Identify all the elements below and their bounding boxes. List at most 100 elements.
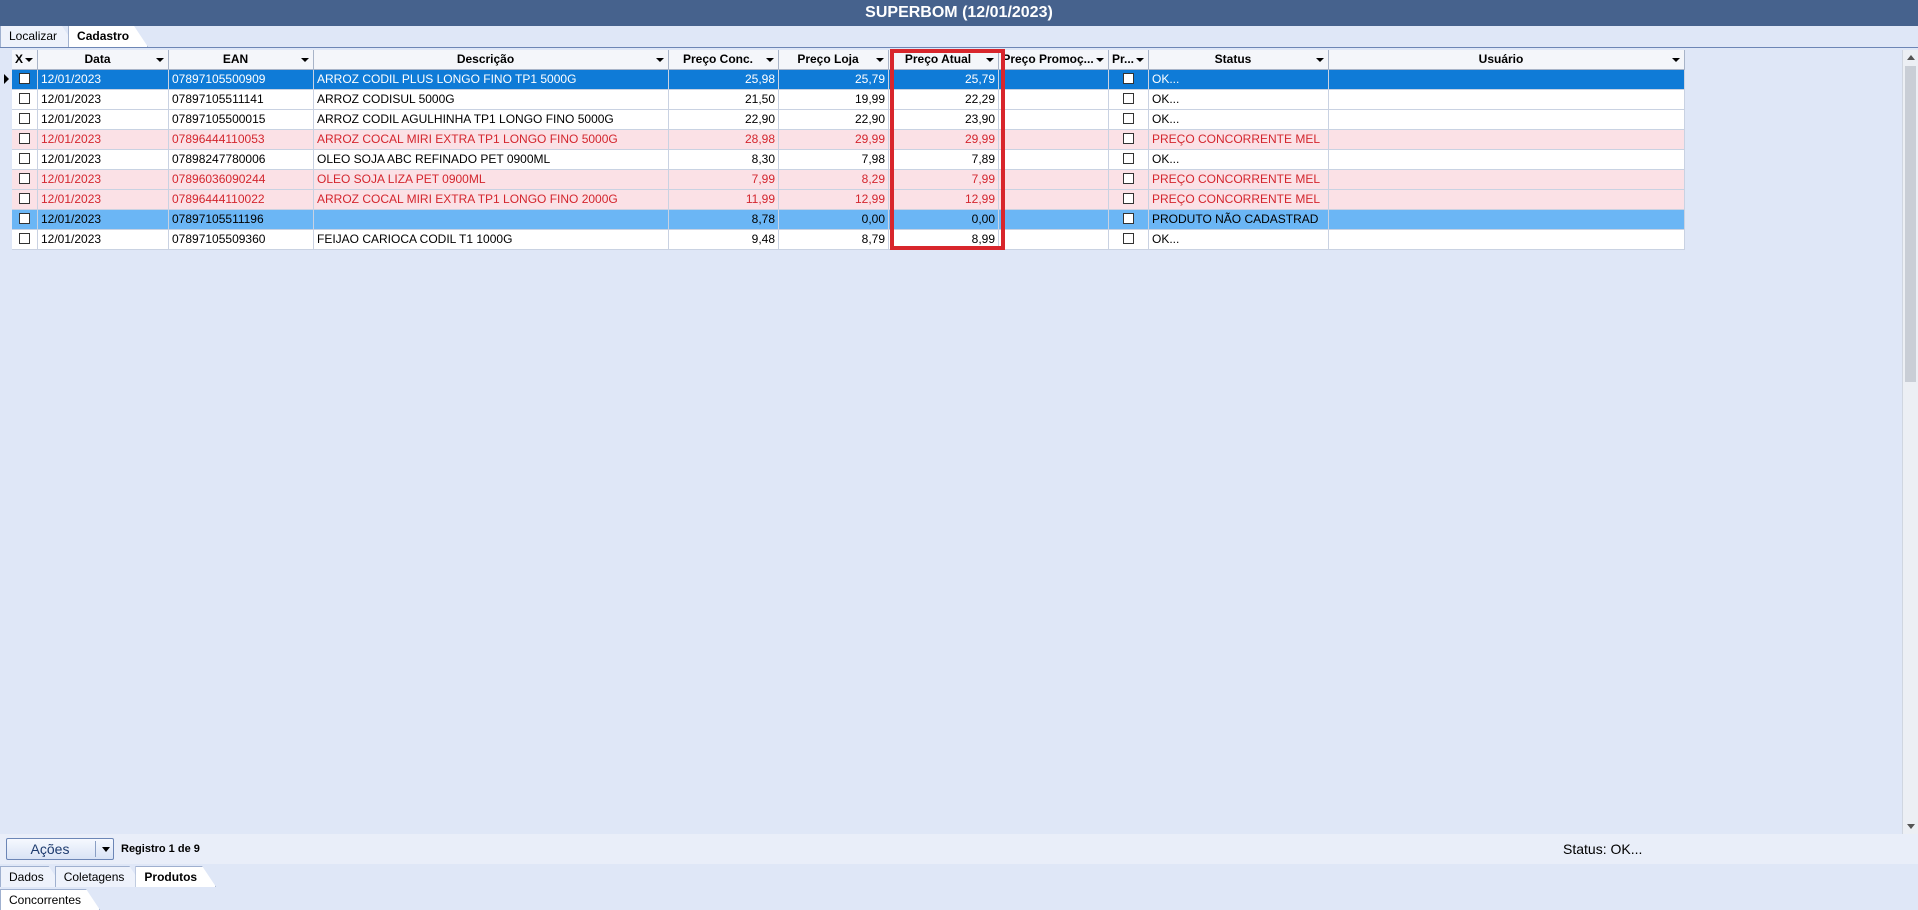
column-filter-icon[interactable] <box>1136 58 1144 62</box>
table-row[interactable]: 12/01/2023 07897105500015 ARROZ CODIL AGUL… <box>12 110 1685 130</box>
cell-descricao: ARROZ CODISUL 5000G <box>314 90 669 110</box>
current-row-indicator-icon <box>4 74 9 84</box>
cell-descricao: ARROZ CODIL PLUS LONGO FINO TP1 5000G <box>314 70 669 90</box>
tab-cadastro[interactable]: Cadastro <box>68 26 148 47</box>
cell-pr-checkbox[interactable] <box>1109 70 1149 90</box>
cell-data: 12/01/2023 <box>38 190 169 210</box>
checkbox[interactable] <box>1123 133 1134 145</box>
acoes-dropdown-button[interactable]: Ações <box>6 838 114 860</box>
cell-pr-checkbox[interactable] <box>1109 150 1149 170</box>
checkbox[interactable] <box>19 173 30 185</box>
tab-localizar[interactable]: Localizar <box>0 26 76 47</box>
cell-descricao: FEIJAO CARIOCA CODIL T1 1000G <box>314 230 669 250</box>
checkbox[interactable] <box>1123 113 1134 125</box>
col-header-preco-promoc[interactable]: Preço Promoç... <box>999 50 1109 70</box>
row-select-checkbox[interactable] <box>12 90 38 110</box>
checkbox[interactable] <box>19 93 30 105</box>
column-filter-icon[interactable] <box>876 58 884 62</box>
cell-pr-checkbox[interactable] <box>1109 130 1149 150</box>
vertical-scrollbar[interactable] <box>1902 50 1918 834</box>
table-row[interactable]: 12/01/2023 07897105509360 FEIJAO CARIOCA C… <box>12 230 1685 250</box>
column-filter-icon[interactable] <box>766 58 774 62</box>
column-filter-icon[interactable] <box>1672 58 1680 62</box>
checkbox[interactable] <box>19 153 30 165</box>
row-select-checkbox[interactable] <box>12 110 38 130</box>
checkbox[interactable] <box>1123 73 1134 85</box>
scroll-up-icon[interactable] <box>1907 55 1915 60</box>
table-row[interactable]: 12/01/2023 07896444110022 ARROZ COCAL MIRI… <box>12 190 1685 210</box>
cell-preco-conc: 9,48 <box>669 230 779 250</box>
table-row[interactable]: 12/01/2023 07897105511196 8,78 0,00 0,00 PROD… <box>12 210 1685 230</box>
cell-status: PRODUTO NÃO CADASTRAD <box>1149 210 1329 230</box>
main-panel: X Data EAN Descrição Preço Conc. Preço L… <box>0 47 1918 834</box>
chevron-down-icon[interactable] <box>102 847 110 852</box>
table-row[interactable]: 12/01/2023 07897105500909 ARROZ CODIL PLUS… <box>12 70 1685 90</box>
col-header-preco-loja[interactable]: Preço Loja <box>779 50 889 70</box>
cell-preco-promoc <box>999 190 1109 210</box>
cell-preco-conc: 7,99 <box>669 170 779 190</box>
row-select-checkbox[interactable] <box>12 190 38 210</box>
checkbox[interactable] <box>1123 233 1134 245</box>
column-filter-icon[interactable] <box>301 58 309 62</box>
checkbox[interactable] <box>19 73 30 85</box>
table-row[interactable]: 12/01/2023 07896444110053 ARROZ COCAL MIRI… <box>12 130 1685 150</box>
column-filter-icon[interactable] <box>1316 58 1324 62</box>
cell-pr-checkbox[interactable] <box>1109 210 1149 230</box>
row-select-checkbox[interactable] <box>12 130 38 150</box>
checkbox[interactable] <box>19 113 30 125</box>
tab-produtos[interactable]: Produtos <box>135 866 216 887</box>
table-row[interactable]: 12/01/2023 07898247780006 OLEO SOJA ABC RE… <box>12 150 1685 170</box>
column-filter-icon[interactable] <box>986 58 994 62</box>
cell-preco-atual: 7,99 <box>889 170 999 190</box>
checkbox[interactable] <box>1123 193 1134 205</box>
col-header-data[interactable]: Data <box>38 50 169 70</box>
cell-pr-checkbox[interactable] <box>1109 110 1149 130</box>
cell-ean: 07897105511196 <box>169 210 314 230</box>
col-header-status[interactable]: Status <box>1149 50 1329 70</box>
column-filter-icon[interactable] <box>656 58 664 62</box>
scrollbar-thumb[interactable] <box>1905 66 1916 382</box>
cell-preco-conc: 11,99 <box>669 190 779 210</box>
cell-pr-checkbox[interactable] <box>1109 190 1149 210</box>
row-select-checkbox[interactable] <box>12 230 38 250</box>
cell-pr-checkbox[interactable] <box>1109 90 1149 110</box>
cell-status: PREÇO CONCORRENTE MEL <box>1149 190 1329 210</box>
col-header-x[interactable]: X <box>12 50 38 70</box>
tab-coletagens[interactable]: Coletagens <box>55 866 144 887</box>
col-header-usuario[interactable]: Usuário <box>1329 50 1685 70</box>
col-header-pr[interactable]: Pr... <box>1109 50 1149 70</box>
checkbox[interactable] <box>1123 213 1134 225</box>
cell-pr-checkbox[interactable] <box>1109 170 1149 190</box>
cell-preco-conc: 25,98 <box>669 70 779 90</box>
col-header-descricao[interactable]: Descrição <box>314 50 669 70</box>
column-filter-icon[interactable] <box>156 58 164 62</box>
cell-pr-checkbox[interactable] <box>1109 230 1149 250</box>
cell-preco-promoc <box>999 210 1109 230</box>
checkbox[interactable] <box>1123 173 1134 185</box>
scroll-down-icon[interactable] <box>1907 824 1915 829</box>
checkbox[interactable] <box>19 213 30 225</box>
checkbox[interactable] <box>1123 153 1134 165</box>
tab-dados[interactable]: Dados <box>0 866 63 887</box>
table-row[interactable]: 12/01/2023 07897105511141 ARROZ CODISUL 50… <box>12 90 1685 110</box>
cell-data: 12/01/2023 <box>38 130 169 150</box>
cell-preco-atual: 25,79 <box>889 70 999 90</box>
tab-concorrentes[interactable]: Concorrentes <box>0 889 100 910</box>
column-filter-icon[interactable] <box>25 58 33 62</box>
col-header-preco-atual[interactable]: Preço Atual <box>889 50 999 70</box>
row-select-checkbox[interactable] <box>12 70 38 90</box>
checkbox[interactable] <box>19 233 30 245</box>
col-header-ean[interactable]: EAN <box>169 50 314 70</box>
checkbox[interactable] <box>19 193 30 205</box>
col-header-preco-conc[interactable]: Preço Conc. <box>669 50 779 70</box>
column-filter-icon[interactable] <box>1096 58 1104 62</box>
cell-preco-loja: 29,99 <box>779 130 889 150</box>
row-select-checkbox[interactable] <box>12 210 38 230</box>
cell-preco-atual: 12,99 <box>889 190 999 210</box>
checkbox[interactable] <box>19 133 30 145</box>
checkbox[interactable] <box>1123 93 1134 105</box>
row-select-checkbox[interactable] <box>12 150 38 170</box>
table-row[interactable]: 12/01/2023 07896036090244 OLEO SOJA LIZA P… <box>12 170 1685 190</box>
row-select-checkbox[interactable] <box>12 170 38 190</box>
cell-preco-promoc <box>999 130 1109 150</box>
